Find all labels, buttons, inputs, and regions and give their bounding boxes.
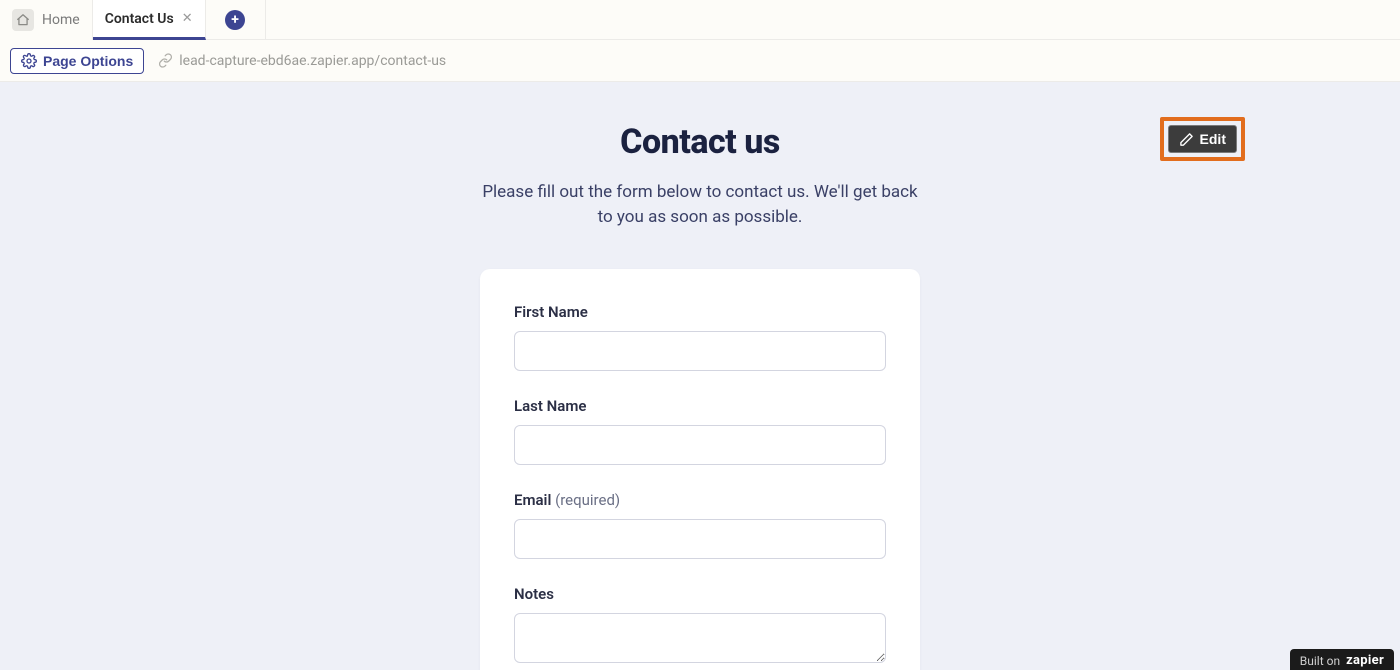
- content-wrap: Contact us Please fill out the form belo…: [240, 122, 1160, 670]
- field-first-name: First Name: [514, 303, 886, 371]
- pencil-icon: [1179, 132, 1194, 147]
- gear-icon: [21, 53, 37, 69]
- input-first-name[interactable]: [514, 331, 886, 371]
- built-on-badge[interactable]: Built on zapier: [1290, 649, 1394, 670]
- field-last-name: Last Name: [514, 397, 886, 465]
- add-tab-button[interactable]: +: [206, 0, 266, 40]
- page-subtitle: Please fill out the form below to contac…: [480, 180, 920, 229]
- tab-bar: Home Contact Us ✕ +: [0, 0, 1400, 40]
- page-toolbar: Page Options lead-capture-ebd6ae.zapier.…: [0, 40, 1400, 82]
- tab-home[interactable]: Home: [0, 0, 93, 40]
- field-notes: Notes: [514, 585, 886, 667]
- label-first-name: First Name: [514, 303, 886, 321]
- page-canvas: Contact us Please fill out the form belo…: [0, 82, 1400, 670]
- page-url[interactable]: lead-capture-ebd6ae.zapier.app/contact-u…: [158, 53, 446, 69]
- page-url-text: lead-capture-ebd6ae.zapier.app/contact-u…: [179, 53, 446, 69]
- label-email: Email (required): [514, 491, 886, 509]
- edit-button-label: Edit: [1200, 131, 1226, 147]
- input-email[interactable]: [514, 519, 886, 559]
- edit-highlight: Edit: [1160, 117, 1245, 161]
- close-icon[interactable]: ✕: [182, 11, 193, 26]
- tab-contact-us[interactable]: Contact Us ✕: [93, 0, 206, 40]
- hero-section: Contact us Please fill out the form belo…: [240, 122, 1160, 251]
- built-on-label: Built on: [1300, 654, 1340, 668]
- link-icon: [158, 53, 173, 68]
- tab-contact-us-label: Contact Us: [105, 11, 174, 27]
- tab-home-label: Home: [42, 12, 80, 28]
- input-notes[interactable]: [514, 613, 886, 663]
- label-notes: Notes: [514, 585, 886, 603]
- brand-name: zapier: [1346, 653, 1384, 668]
- input-last-name[interactable]: [514, 425, 886, 465]
- page-options-label: Page Options: [43, 53, 133, 69]
- edit-button[interactable]: Edit: [1168, 125, 1237, 153]
- plus-icon: +: [225, 10, 245, 30]
- page-options-button[interactable]: Page Options: [10, 48, 144, 74]
- contact-form: First Name Last Name Email (required): [480, 269, 920, 670]
- field-email: Email (required): [514, 491, 886, 559]
- home-icon: [12, 9, 34, 31]
- page-title: Contact us: [480, 122, 920, 162]
- label-last-name: Last Name: [514, 397, 886, 415]
